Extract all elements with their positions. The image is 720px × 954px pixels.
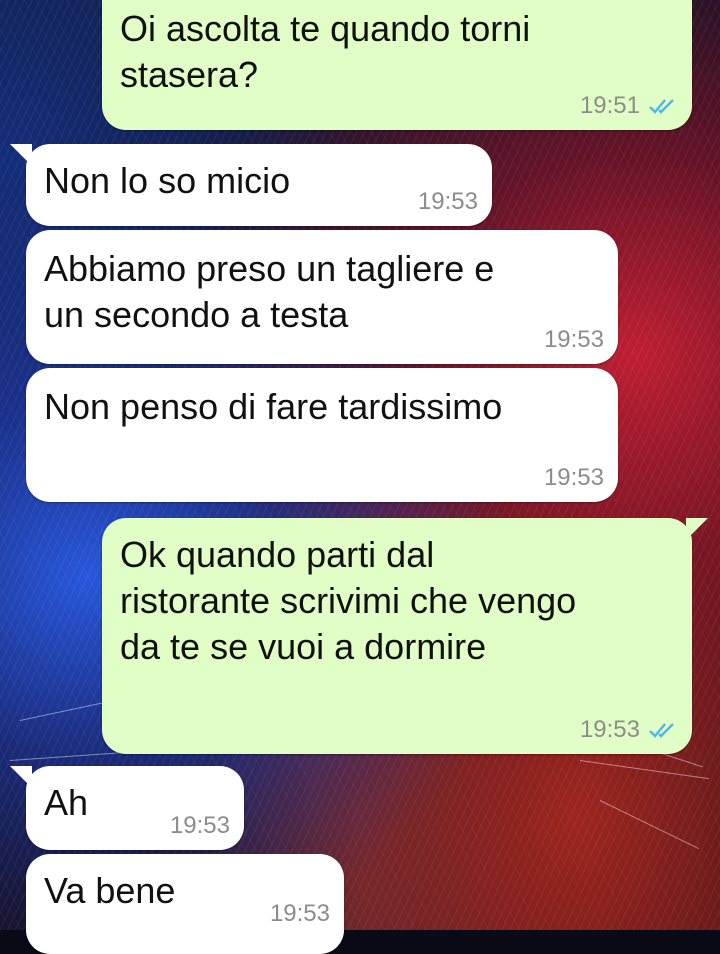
- message-meta: 19:53: [544, 326, 604, 354]
- message-bubble-incoming[interactable]: Ah 19:53: [10, 766, 244, 850]
- message-meta: 19:53: [580, 716, 678, 744]
- bubble-tail: [686, 518, 708, 540]
- message-time: 19:53: [543, 326, 604, 353]
- message-meta: 19:53: [418, 188, 478, 216]
- message-text: Non lo so micio: [44, 160, 291, 201]
- double-check-read-icon: [648, 96, 678, 116]
- message-meta: 19:53: [544, 464, 604, 492]
- message-text: Ah: [44, 782, 89, 823]
- message-time: 19:53: [579, 716, 640, 743]
- message-bubble-outgoing[interactable]: Oi ascolta te quando torni stasera? 19:5…: [102, 0, 692, 130]
- bubble-tail: [10, 766, 32, 788]
- message-time: 19:53: [543, 464, 604, 491]
- message-bubble-incoming[interactable]: Va bene 19:53: [26, 854, 344, 954]
- bubble-tail: [10, 144, 32, 166]
- message-meta: 19:53: [270, 900, 330, 928]
- message-text: Non penso di fare tardissimo: [44, 386, 503, 427]
- message-text: Abbiamo preso un tagliere e un secondo a…: [44, 248, 495, 335]
- message-bubble-outgoing[interactable]: Ok quando parti dal ristorante scrivimi …: [102, 518, 708, 754]
- message-text: Va bene: [44, 870, 176, 911]
- double-check-read-icon: [648, 720, 678, 740]
- message-bubble-incoming[interactable]: Non lo so micio 19:53: [10, 144, 492, 226]
- message-bubble-incoming[interactable]: Abbiamo preso un tagliere e un secondo a…: [26, 230, 618, 364]
- message-time: 19:53: [169, 812, 230, 839]
- message-text: Oi ascolta te quando torni stasera?: [120, 8, 531, 95]
- message-meta: 19:53: [170, 812, 230, 840]
- message-time: 19:53: [417, 188, 478, 215]
- message-time: 19:51: [579, 92, 640, 119]
- message-bubble-incoming[interactable]: Non penso di fare tardissimo 19:53: [26, 368, 618, 502]
- message-time: 19:53: [269, 900, 330, 927]
- message-meta: 19:51: [580, 92, 678, 120]
- message-text: Ok quando parti dal ristorante scrivimi …: [120, 534, 577, 667]
